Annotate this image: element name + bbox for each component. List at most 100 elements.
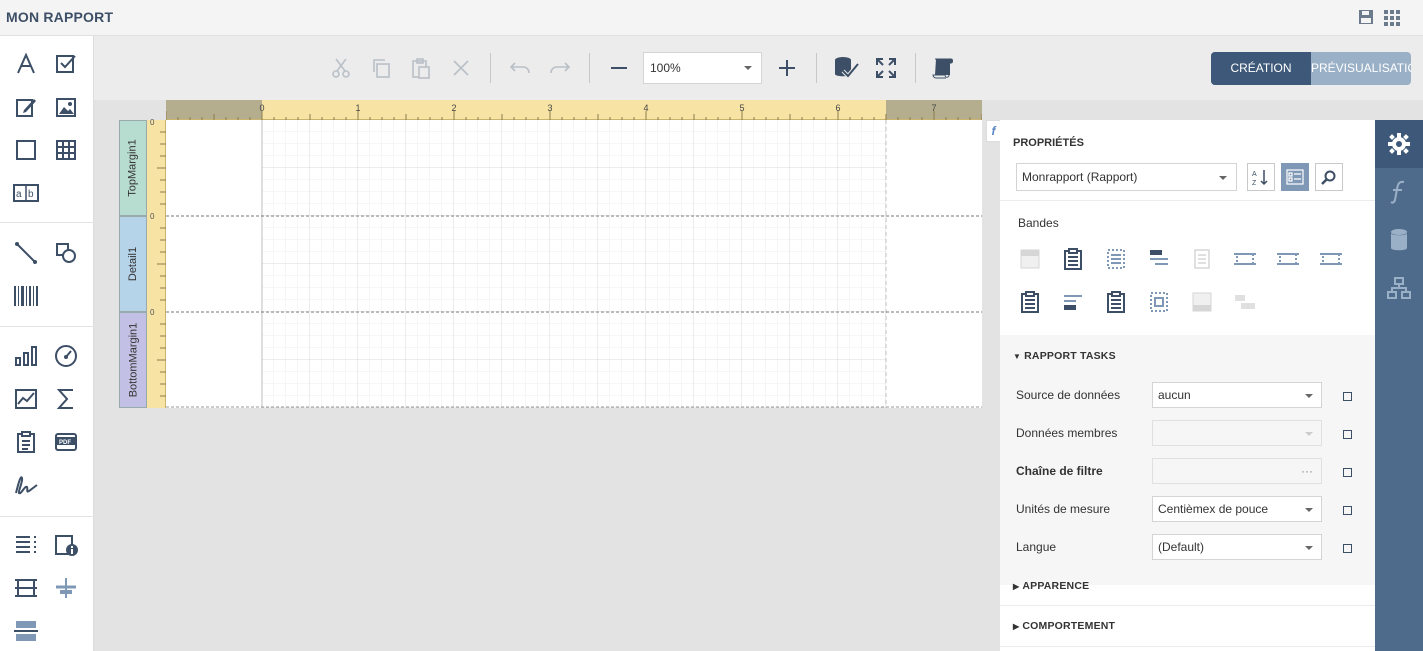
band-group-footer-2-icon[interactable] bbox=[1060, 289, 1086, 315]
sort-alphabetical-button[interactable]: AZ bbox=[1247, 163, 1275, 191]
panel-icon[interactable] bbox=[12, 136, 40, 164]
barcode-icon[interactable] bbox=[12, 282, 40, 310]
language-label: Langue bbox=[1016, 540, 1057, 554]
appearance-title: APPARENCE bbox=[1022, 580, 1090, 592]
line-icon[interactable] bbox=[12, 239, 40, 267]
data-member-select[interactable] bbox=[1152, 420, 1322, 446]
band-detail-report-icon[interactable] bbox=[1232, 246, 1258, 272]
delete-icon[interactable] bbox=[446, 53, 476, 83]
chevron-down-icon bbox=[1305, 546, 1313, 550]
appearance-section-header[interactable]: ▶ APPARENCE bbox=[1013, 580, 1089, 592]
search-icon bbox=[1321, 170, 1336, 185]
search-button[interactable] bbox=[1315, 163, 1343, 191]
triangle-down-icon: ▼ bbox=[1013, 352, 1022, 361]
undo-icon[interactable] bbox=[505, 53, 535, 83]
view-mode-switch: CRÉATION PRÉVISUALISATION bbox=[1211, 52, 1411, 85]
band-bottom-margin-icon[interactable] bbox=[1189, 289, 1215, 315]
ruler-tick-label: 1 bbox=[355, 103, 360, 113]
object-selector[interactable]: Monrapport (Rapport) bbox=[1016, 163, 1237, 191]
pdf-content-icon[interactable]: PDF bbox=[52, 428, 80, 456]
report-tasks-section: ▼ RAPPORT TASKS Source de données aucun D… bbox=[1000, 335, 1375, 585]
band-sub-band-icon[interactable] bbox=[1318, 246, 1344, 272]
redo-icon[interactable] bbox=[545, 53, 575, 83]
measure-units-label: Unités de mesure bbox=[1016, 502, 1111, 516]
gear-icon[interactable] bbox=[1375, 120, 1423, 168]
chevron-down-icon bbox=[1305, 432, 1313, 436]
character-comb-icon[interactable]: ab bbox=[12, 179, 40, 207]
label-icon[interactable] bbox=[12, 50, 40, 78]
band-top-margin-icon[interactable] bbox=[1017, 246, 1043, 272]
datasource-marker[interactable] bbox=[1343, 392, 1352, 401]
fullscreen-icon[interactable] bbox=[871, 53, 901, 83]
table-icon[interactable] bbox=[52, 136, 80, 164]
bands-label: Bandes bbox=[1018, 216, 1059, 230]
measure-units-value: Centièmex de pouce bbox=[1158, 502, 1269, 516]
band-label-text: Detail1 bbox=[127, 246, 139, 282]
datasource-value: aucun bbox=[1158, 388, 1191, 402]
design-surface[interactable] bbox=[166, 120, 982, 408]
shape-icon[interactable] bbox=[52, 239, 80, 267]
triangle-right-icon: ▶ bbox=[1013, 582, 1020, 591]
page-info-icon[interactable] bbox=[52, 531, 80, 559]
measure-units-marker[interactable] bbox=[1343, 506, 1352, 515]
language-select[interactable]: (Default) bbox=[1152, 534, 1322, 560]
zoom-select[interactable]: 100% bbox=[643, 52, 762, 84]
band-vertical-detail-icon[interactable] bbox=[1146, 289, 1172, 315]
band-group-footer-icon[interactable] bbox=[1275, 246, 1301, 272]
subreport-icon[interactable] bbox=[12, 428, 40, 456]
database-icon[interactable] bbox=[1375, 216, 1423, 264]
toolbox: ab PDF bbox=[0, 36, 94, 651]
zoom-in-icon[interactable] bbox=[772, 53, 802, 83]
hierarchy-icon[interactable] bbox=[1375, 264, 1423, 312]
filter-string-field[interactable]: ··· bbox=[1152, 458, 1322, 484]
band-detail[interactable]: Detail1 bbox=[119, 216, 147, 312]
apps-grid-icon[interactable] bbox=[1383, 8, 1401, 26]
paste-icon[interactable] bbox=[406, 53, 436, 83]
measure-units-select[interactable]: Centièmex de pouce bbox=[1152, 496, 1322, 522]
datasource-select[interactable]: aucun bbox=[1152, 382, 1322, 408]
ruler-tick-label: 4 bbox=[643, 103, 648, 113]
copy-icon[interactable] bbox=[366, 53, 396, 83]
band-page-footer-icon[interactable] bbox=[1103, 289, 1129, 315]
summary-icon[interactable] bbox=[52, 385, 80, 413]
toolbar-divider bbox=[589, 53, 590, 83]
validate-bindings-icon[interactable] bbox=[831, 53, 861, 83]
function-icon[interactable] bbox=[1375, 168, 1423, 216]
gauge-icon[interactable] bbox=[52, 342, 80, 370]
rich-text-icon[interactable] bbox=[12, 93, 40, 121]
band-page-header-icon[interactable] bbox=[1103, 246, 1129, 272]
report-tasks-header[interactable]: ▼ RAPPORT TASKS bbox=[1013, 350, 1116, 362]
preview-mode-button[interactable]: PRÉVISUALISATION bbox=[1311, 52, 1411, 85]
cross-band-line-icon[interactable] bbox=[12, 574, 40, 602]
expression-tab[interactable]: f bbox=[986, 120, 1000, 142]
band-topmargin[interactable]: TopMargin1 bbox=[119, 120, 147, 216]
band-report-footer-icon[interactable] bbox=[1017, 289, 1043, 315]
cross-band-box-icon[interactable] bbox=[52, 574, 80, 602]
ruler-tick-label: 7 bbox=[931, 103, 936, 113]
band-group-header-icon[interactable] bbox=[1146, 246, 1172, 272]
language-marker[interactable] bbox=[1343, 544, 1352, 553]
band-vertical-header-icon[interactable] bbox=[1232, 289, 1258, 315]
table-of-contents-icon[interactable] bbox=[12, 531, 40, 559]
filter-string-marker[interactable] bbox=[1343, 468, 1352, 477]
band-report-header-icon[interactable] bbox=[1060, 246, 1086, 272]
data-member-marker[interactable] bbox=[1343, 430, 1352, 439]
categorized-view-button[interactable] bbox=[1281, 163, 1309, 191]
sparkline-icon[interactable] bbox=[12, 385, 40, 413]
chart-icon[interactable] bbox=[12, 342, 40, 370]
band-detail-icon[interactable] bbox=[1189, 246, 1215, 272]
svg-text:a: a bbox=[16, 189, 22, 200]
page-break-icon[interactable] bbox=[12, 617, 40, 645]
checkbox-icon[interactable] bbox=[52, 50, 80, 78]
properties-title: PROPRIÉTÉS bbox=[1013, 137, 1084, 149]
ellipsis-icon[interactable]: ··· bbox=[1301, 459, 1313, 483]
signature-icon[interactable] bbox=[12, 471, 40, 499]
design-mode-button[interactable]: CRÉATION bbox=[1211, 52, 1311, 85]
picture-box-icon[interactable] bbox=[52, 93, 80, 121]
behavior-section-header[interactable]: ▶ COMPORTEMENT bbox=[1013, 620, 1115, 632]
band-bottommargin[interactable]: BottomMargin1 bbox=[119, 312, 147, 408]
cut-icon[interactable] bbox=[326, 53, 356, 83]
save-icon[interactable] bbox=[1357, 8, 1375, 26]
report-wizard-icon[interactable] bbox=[928, 53, 958, 83]
zoom-out-icon[interactable] bbox=[604, 53, 634, 83]
